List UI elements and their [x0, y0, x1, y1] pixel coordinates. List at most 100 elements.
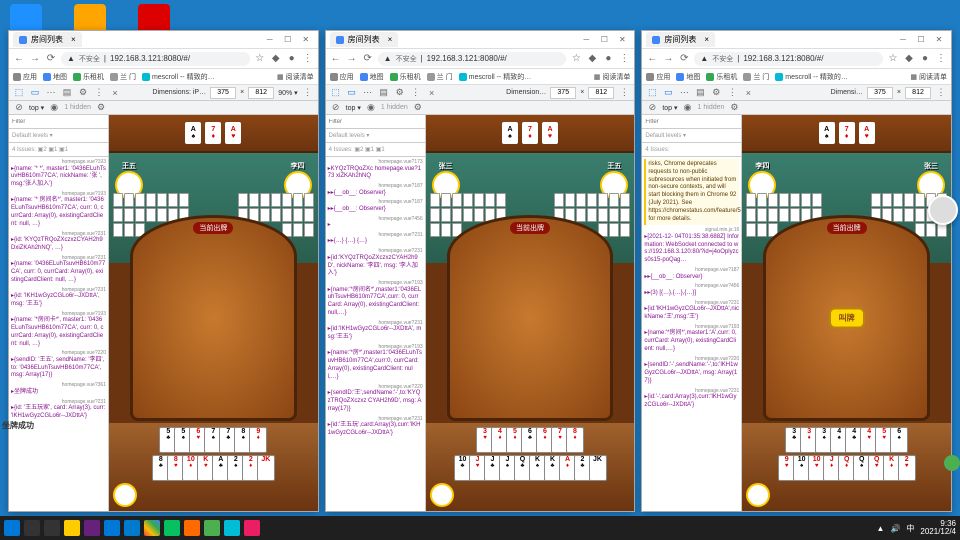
- log-entry[interactable]: homepage.vue?231▸{id:'KYQzTRQoZXczxzCYAH…: [328, 248, 423, 278]
- browser-tab[interactable]: 房间列表×: [646, 32, 715, 47]
- settings-icon[interactable]: ⚙: [77, 87, 89, 99]
- vs-icon[interactable]: [84, 520, 100, 536]
- menu-icon[interactable]: ⋮: [302, 53, 314, 65]
- context-select[interactable]: top ▾: [29, 104, 44, 112]
- bookmark-item[interactable]: mescroll -- 精致的…: [142, 72, 215, 82]
- app-icon[interactable]: [224, 520, 240, 536]
- log-entry[interactable]: homepage.vue?187▸▸{__ob__: Observer}: [644, 267, 739, 281]
- hand-card[interactable]: 2♥: [898, 455, 916, 481]
- close-button[interactable]: ✕: [931, 33, 947, 47]
- log-entry[interactable]: homepage.vue?231▸{id:'-',card:Array(3),c…: [644, 388, 739, 410]
- menu-icon[interactable]: ⋮: [935, 53, 947, 65]
- profile-icon[interactable]: ●: [286, 53, 298, 65]
- close-button[interactable]: ✕: [614, 33, 630, 47]
- hand-card[interactable]: JK: [589, 455, 607, 481]
- reload-button[interactable]: ⟳: [362, 53, 374, 65]
- hand-card[interactable]: JK: [257, 455, 275, 481]
- log-entry[interactable]: homepage.vue?456▸: [328, 216, 423, 230]
- log-entry[interactable]: homepage.vue?231▸{id: 'KYQzTRQoZXczxzCYA…: [11, 231, 106, 253]
- eye-icon[interactable]: ◉: [365, 102, 377, 114]
- more-icon[interactable]: ⋮: [726, 87, 738, 99]
- extension-icon[interactable]: ◆: [586, 53, 598, 65]
- source-icon[interactable]: ▤: [378, 87, 390, 99]
- tray-ime[interactable]: 中: [906, 523, 914, 534]
- settings-icon[interactable]: ⚙: [394, 87, 406, 99]
- dimensions-label[interactable]: Dimensi…: [831, 89, 863, 96]
- log-entry[interactable]: homepage.vue?193▸{name:'*房*',master1:'04…: [328, 344, 423, 382]
- width-input[interactable]: [550, 87, 576, 99]
- log-entry[interactable]: homepage.vue?187▸▸{__ob__: Observer}: [328, 199, 423, 213]
- clock[interactable]: 9:362021/12/4: [920, 520, 956, 536]
- more-icon[interactable]: ⋮: [935, 87, 947, 99]
- close-button[interactable]: ✕: [298, 33, 314, 47]
- bookmark-item[interactable]: mescroll -- 精致的…: [459, 72, 532, 82]
- settings-icon[interactable]: ⚙: [728, 102, 740, 114]
- app-icon[interactable]: [244, 520, 260, 536]
- bookmark-item[interactable]: 乐租机: [73, 72, 104, 82]
- zoom-select[interactable]: 90% ▾: [278, 89, 297, 97]
- elements-icon[interactable]: ⋯: [362, 87, 374, 99]
- close-devtools-icon[interactable]: ×: [742, 87, 754, 99]
- close-tab-icon[interactable]: ×: [388, 35, 393, 44]
- back-button[interactable]: ←: [330, 53, 342, 65]
- source-icon[interactable]: ▤: [694, 87, 706, 99]
- close-tab-icon[interactable]: ×: [704, 35, 709, 44]
- extension-icon[interactable]: ◆: [270, 53, 282, 65]
- menu-icon[interactable]: ⋮: [618, 53, 630, 65]
- console-log[interactable]: homepage.vue?193▸{name: '* *', master1: …: [9, 157, 108, 511]
- more-icon[interactable]: ⋮: [302, 87, 314, 99]
- dimensions-label[interactable]: Dimensions: iP…: [152, 89, 206, 96]
- console-log[interactable]: risks, Chrome deprecates requests to non…: [642, 157, 741, 511]
- hand-card[interactable]: 9♦: [249, 427, 267, 453]
- clear-icon[interactable]: ⊘: [330, 102, 342, 114]
- hand-card[interactable]: 6♠: [890, 427, 908, 453]
- url-input[interactable]: ▲不安全|192.168.3.121:8080/#/: [694, 52, 883, 66]
- close-tab-icon[interactable]: ×: [71, 35, 76, 44]
- forward-button[interactable]: →: [346, 53, 358, 65]
- eye-icon[interactable]: ◉: [48, 102, 60, 114]
- log-entry[interactable]: signal.min.js:16▸[2021-12- 04T01:35:38.6…: [644, 227, 739, 265]
- console-log[interactable]: homepage.vue?173▸KYQzTRQoZXc homepage.vu…: [326, 157, 425, 511]
- bookmark-item[interactable]: 兰 门: [743, 72, 769, 82]
- log-entry[interactable]: homepage.vue?231▸▸{…} {…} {…}: [328, 232, 423, 246]
- log-entry[interactable]: homepage.vue?193▸{name: '* *', master1: …: [11, 159, 106, 189]
- log-entry[interactable]: homepage.vue?231▸{id: 'lKH1wGyzCGLo6r--J…: [11, 287, 106, 309]
- reading-list[interactable]: ▦阅读清单: [910, 72, 947, 82]
- bookmark-item[interactable]: 地图: [43, 72, 67, 82]
- forward-button[interactable]: →: [662, 53, 674, 65]
- call-button[interactable]: 叫牌: [829, 308, 865, 329]
- reading-list[interactable]: ▦阅读清单: [594, 72, 631, 82]
- share-icon[interactable]: ☆: [254, 53, 266, 65]
- bookmark-item[interactable]: 乐租机: [390, 72, 421, 82]
- log-entry[interactable]: homepage.vue?231▸{name: '0436ELuhTsuvHB6…: [11, 255, 106, 285]
- browser-tab[interactable]: 房间列表×: [330, 32, 399, 47]
- log-entry[interactable]: homepage.vue?231▸{id:'lKH1wGyzCGLo6r--JX…: [328, 320, 423, 342]
- log-entry[interactable]: homepage.vue?187▸▸{__ob__: Observer}: [328, 183, 423, 197]
- hand-card[interactable]: 8♦: [566, 427, 584, 453]
- url-input[interactable]: ▲不安全|192.168.3.121:8080/#/: [378, 52, 567, 66]
- tray-icon[interactable]: ▲: [877, 524, 885, 533]
- settings-icon[interactable]: ⚙: [95, 102, 107, 114]
- log-entry[interactable]: homepage.vue?231▸{id: '王五玩家', card: Arra…: [11, 399, 106, 421]
- dimensions-label[interactable]: Dimension…: [506, 89, 546, 96]
- settings-icon[interactable]: ⚙: [710, 87, 722, 99]
- app-icon[interactable]: [184, 520, 200, 536]
- width-input[interactable]: [867, 87, 893, 99]
- inspect-icon[interactable]: ⬚: [646, 87, 658, 99]
- tray-icon[interactable]: 🔊: [890, 524, 900, 533]
- filter-input[interactable]: [645, 119, 738, 125]
- url-input[interactable]: ▲不安全|192.168.3.121:8080/#/: [61, 52, 250, 66]
- profile-icon[interactable]: ●: [602, 53, 614, 65]
- height-input[interactable]: [248, 87, 274, 99]
- log-entry[interactable]: homepage.vue?220▸{sendID:'王',sendName:'-…: [328, 384, 423, 414]
- more-icon[interactable]: ⋮: [618, 87, 630, 99]
- wechat-icon[interactable]: [164, 520, 180, 536]
- clear-icon[interactable]: ⊘: [646, 102, 658, 114]
- start-button[interactable]: [4, 520, 20, 536]
- reload-button[interactable]: ⟳: [45, 53, 57, 65]
- bookmark-item[interactable]: 应用: [330, 72, 354, 82]
- filter-input[interactable]: [12, 119, 105, 125]
- elements-icon[interactable]: ⋯: [678, 87, 690, 99]
- issues-link[interactable]: 4 Issues: ▣2 ▣1 ▣1: [329, 146, 385, 153]
- issues-link[interactable]: 4 Issues:: [645, 147, 669, 153]
